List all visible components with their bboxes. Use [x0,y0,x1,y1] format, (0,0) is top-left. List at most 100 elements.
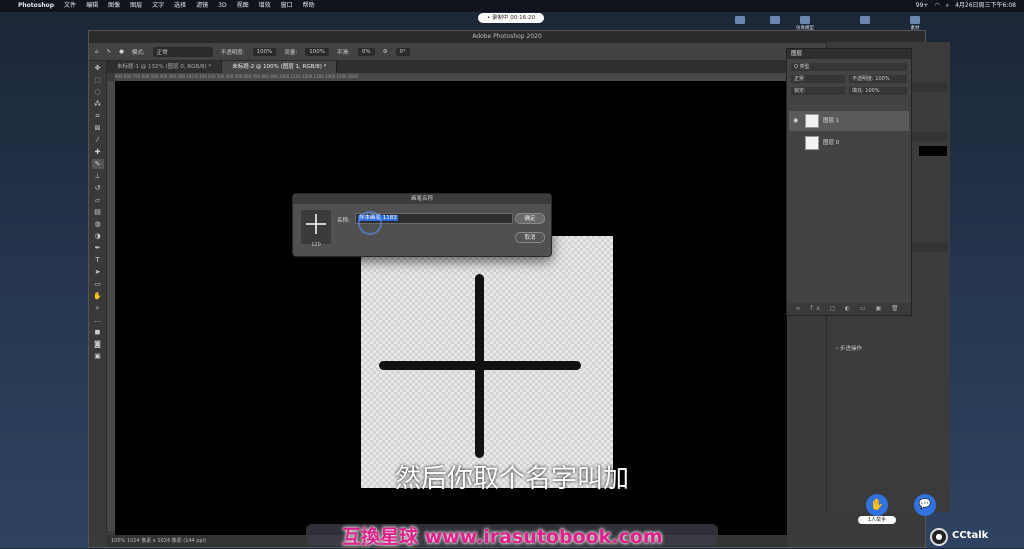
lasso-tool-icon[interactable]: ◌ [92,87,104,97]
tab-document-1[interactable]: 未标题-1 @ 132% (图层 0, RGB/8) * [107,61,223,73]
brush-tool-icon[interactable]: ✎ [107,49,112,55]
home-icon[interactable]: ⌂ [95,49,99,55]
menu-type[interactable]: 文字 [147,0,169,12]
menu-3d[interactable]: 3D [213,0,231,12]
recording-indicator[interactable]: • 录制中 00:16:20 [478,13,544,23]
menu-window[interactable]: 窗口 [276,0,298,12]
menu-view[interactable]: 视图 [232,0,254,12]
document-tabs: 未标题-1 @ 132% (图层 0, RGB/8) * 未标题-2 @ 100… [107,61,787,73]
menu-image[interactable]: 图像 [103,0,125,12]
folder-icon [910,16,920,24]
opacity-field[interactable]: 100% [252,47,277,56]
mode-label: 模式: [131,49,145,56]
tab-document-2[interactable]: 未标题-2 @ 100% (图层 1, RGB/8) * [222,61,338,73]
brush-preview [301,210,331,244]
search-icon[interactable]: ⌕ [946,0,949,12]
desktop-folder[interactable] [760,16,790,25]
menu-file[interactable]: 文件 [59,0,81,12]
layers-footer-icons[interactable]: ∞ fx ◻ ◐ ▭ ▣ 🗑 [787,303,911,315]
menu-app-name[interactable]: Photoshop [13,0,59,12]
pen-tool-icon[interactable]: ✒ [92,243,104,253]
type-tool-icon[interactable]: T [92,255,104,265]
desktop-folder[interactable] [725,16,755,25]
zoom-tool-icon[interactable]: ⌕ [92,303,104,313]
name-label: 名称: [337,218,350,224]
flow-field[interactable]: 100% [305,47,329,56]
raise-hand-count: 1人举手 [858,516,896,524]
brush-size: 120 [311,242,321,248]
gear-icon[interactable]: ⚙ [383,49,388,55]
dodge-tool-icon[interactable]: ◑ [92,231,104,241]
document-canvas[interactable] [361,236,613,488]
color-swatch-icon[interactable]: ◼ [92,327,104,337]
menu-clock[interactable]: 4月26日周三下午6:08 [955,0,1016,12]
hand-tool-icon[interactable]: ✋ [92,291,104,301]
ok-button[interactable]: 确定 [515,213,545,224]
quick-select-tool-icon[interactable]: ⁂ [92,99,104,109]
angle-field[interactable]: 0° [395,47,410,56]
cctalk-logo-text: CCtalk [952,530,989,541]
frame-tool-icon[interactable]: ⊠ [92,123,104,133]
move-tool-icon[interactable]: ✥ [92,63,104,73]
layer-row[interactable]: 图层 0 [789,133,909,153]
wifi-icon[interactable]: ◠ [934,0,939,12]
window-title: Adobe Photoshop 2020 [89,31,925,43]
path-select-icon[interactable]: ➤ [92,267,104,277]
layer-fill[interactable]: 填充: 100% [849,87,907,95]
layers-panel-title[interactable]: 图层 [787,49,911,59]
layer-opacity[interactable]: 不透明度: 100% [849,75,907,83]
gradient-tool-icon[interactable]: ▤ [92,207,104,217]
chat-button[interactable]: 💬 [914,494,936,516]
raise-hand-button[interactable]: ✋ [866,494,888,516]
video-subtitle: 然后你取个名字叫加 [394,464,629,494]
blur-tool-icon[interactable]: ◍ [92,219,104,229]
history-panel-label[interactable]: › 步进操作 [836,344,862,352]
brush-stroke-vertical [475,274,484,458]
mode-select[interactable]: 正常 [152,46,213,57]
history-brush-icon[interactable]: ↺ [92,183,104,193]
flow-label: 流量: [284,49,298,56]
stamp-tool-icon[interactable]: ⊥ [92,171,104,181]
brush-tip-icon [306,214,326,234]
desktop-folder[interactable]: 素材 [900,16,930,31]
layer-name: 图层 1 [823,118,840,124]
color-swatch[interactable] [919,146,947,156]
watermark: 互換星球 www.irasutobook.com [342,526,663,548]
marquee-tool-icon[interactable]: ⬚ [92,75,104,85]
screen-mode-icon[interactable]: ▣ [92,351,104,361]
brush-preset-icon[interactable]: ● [119,49,124,55]
menu-plugins[interactable]: 增效 [254,0,276,12]
menu-help[interactable]: 帮助 [298,0,320,12]
folder-icon [800,16,810,24]
cancel-button[interactable]: 取消 [515,232,545,243]
brush-tool-icon[interactable]: ✎ [91,159,104,169]
layer-filter[interactable]: Q 类型 [791,63,907,71]
desktop-folder[interactable]: 仿真模型 [790,16,820,31]
healing-tool-icon[interactable]: ✚ [92,147,104,157]
blend-mode-select[interactable]: 正常 [791,75,845,83]
quick-mask-icon[interactable]: ◙ [92,339,104,349]
eye-icon[interactable]: ◉ [793,111,798,131]
menu-select[interactable]: 选择 [169,0,191,12]
folder-icon [735,16,745,24]
desktop-folder[interactable] [850,16,880,25]
eraser-tool-icon[interactable]: ▱ [92,195,104,205]
dialog-title: 画笔名称 [293,194,551,204]
smoothing-field[interactable]: 0% [357,47,375,56]
layer-row[interactable]: ◉ 图层 1 [789,111,909,131]
menu-edit[interactable]: 编辑 [81,0,103,12]
chat-icon: 💬 [918,499,932,510]
shape-tool-icon[interactable]: ▭ [92,279,104,289]
eyedropper-tool-icon[interactable]: ⁄ [92,135,104,145]
folder-icon [770,16,780,24]
crop-tool-icon[interactable]: ⌗ [92,111,104,121]
brush-name-dialog: 画笔名称 120 名称: 样本画笔 1183 确定 取消 [292,193,552,257]
battery-indicator[interactable]: 99+ [916,0,929,12]
more-tools-icon[interactable]: … [92,315,104,325]
menu-layer[interactable]: 图层 [125,0,147,12]
layers-panel: 图层 Q 类型 正常 不透明度: 100% 锁定: 填充: 100% ◉ 图层 … [786,48,912,316]
lock-options[interactable]: 锁定: [791,87,845,95]
folder-icon [860,16,870,24]
menu-filter[interactable]: 滤镜 [191,0,213,12]
layer-name: 图层 0 [823,140,840,146]
